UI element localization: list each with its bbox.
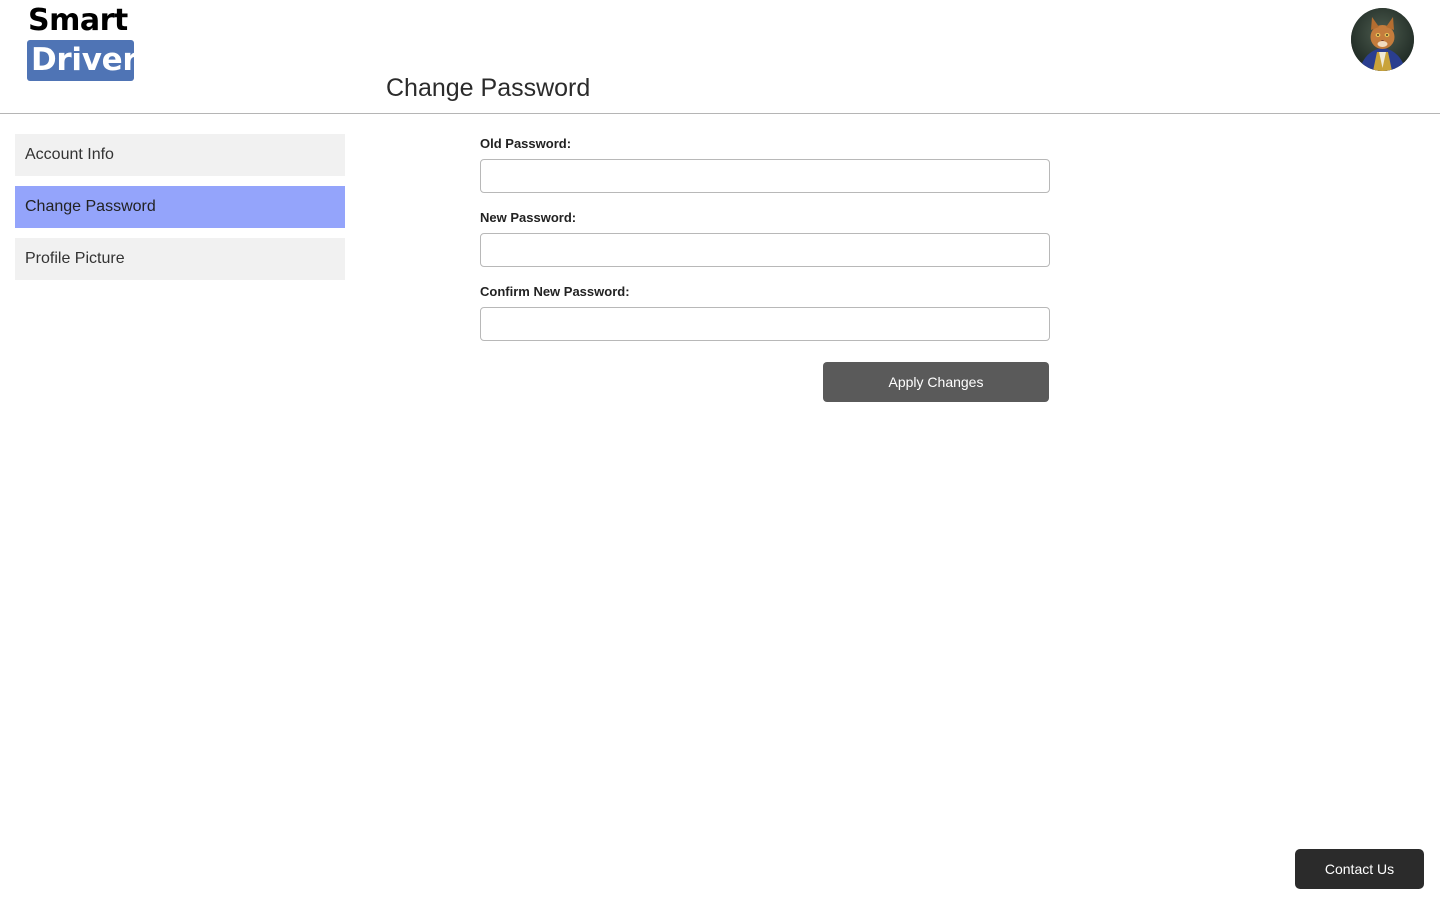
logo-text-smart: Smart (28, 3, 128, 38)
confirm-password-label: Confirm New Password: (480, 284, 630, 299)
sidebar-item-profile-picture[interactable]: Profile Picture (15, 238, 345, 280)
top-header: Smart Driver Change Password (0, 0, 1440, 114)
confirm-password-field[interactable] (480, 307, 1050, 341)
new-password-field[interactable] (480, 233, 1050, 267)
sidebar-item-account-info[interactable]: Account Info (15, 134, 345, 176)
old-password-field[interactable] (480, 159, 1050, 193)
change-password-form: Old Password: New Password: Confirm New … (480, 134, 1050, 402)
page-title: Change Password (386, 74, 591, 102)
cat-portrait-avatar-icon (1351, 8, 1414, 71)
settings-sidebar: Account Info Change Password Profile Pic… (15, 134, 345, 290)
logo-text-driver: Driver (27, 40, 138, 81)
new-password-label: New Password: (480, 210, 577, 225)
old-password-label: Old Password: (480, 136, 572, 151)
avatar[interactable] (1351, 8, 1414, 71)
sidebar-item-change-password[interactable]: Change Password (15, 186, 345, 228)
smart-driver-logo[interactable]: Smart Driver (26, 3, 138, 82)
apply-changes-button[interactable]: Apply Changes (823, 362, 1049, 402)
contact-us-button[interactable]: Contact Us (1295, 849, 1424, 889)
